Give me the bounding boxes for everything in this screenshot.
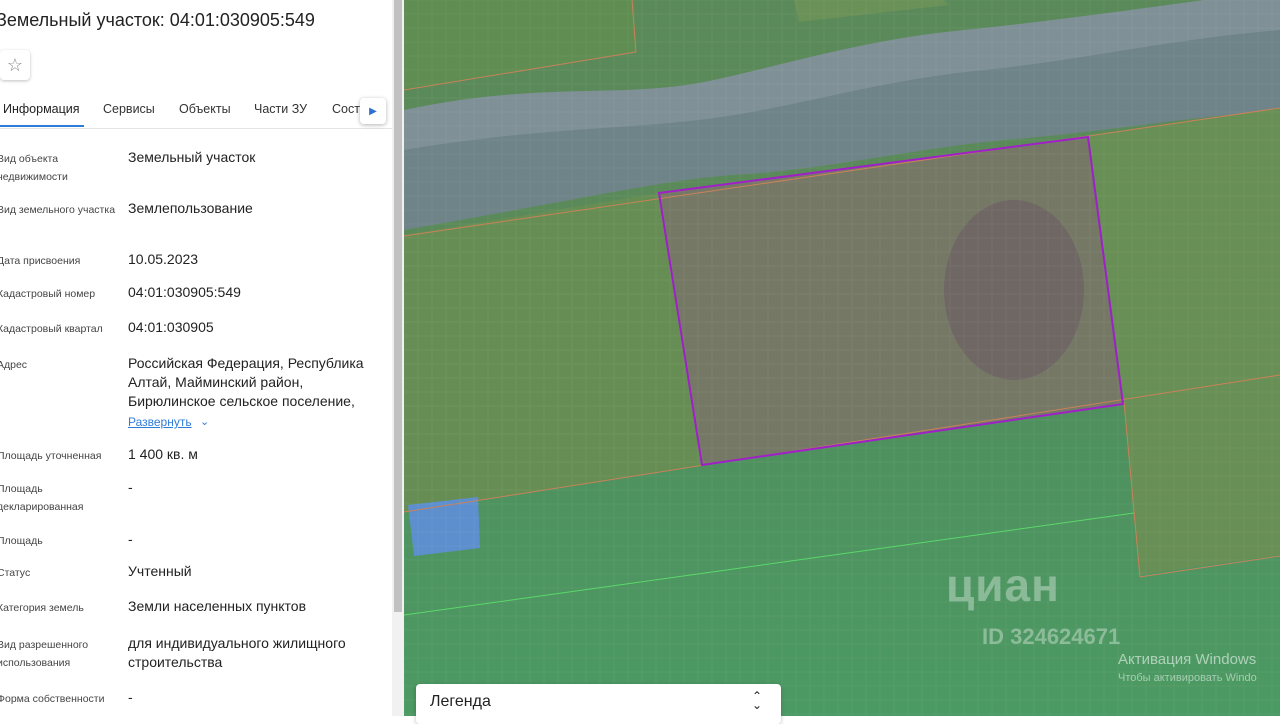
field-label: Вид объекта недвижимости	[0, 153, 68, 183]
windows-activation-title: Активация Windows	[1118, 651, 1257, 668]
star-icon: ☆	[6, 54, 24, 75]
page-title: Земельный участок: 04:01:030905:549	[0, 10, 315, 30]
favorite-button[interactable]: ☆	[0, 50, 30, 80]
field-value: Российская Федерация, Республика Алтай, …	[128, 355, 364, 409]
updown-chevron-icon[interactable]: ⌃ ⌄	[752, 690, 762, 711]
address-expand-link[interactable]: Развернуть	[128, 415, 192, 429]
panel-scrollbar[interactable]	[392, 0, 404, 716]
field-value: Землепользование	[128, 200, 253, 216]
field-label: Статус	[0, 567, 31, 579]
tabs-scroll-button[interactable]: ▶	[360, 98, 386, 124]
field-value: Земли населенных пунктов	[128, 598, 307, 614]
scrollbar-thumb[interactable]	[394, 0, 402, 612]
active-tab-indicator	[0, 125, 84, 127]
legend-dropdown[interactable]: Легенда ⌃ ⌄	[416, 684, 781, 724]
legend-label: Легенда	[430, 693, 491, 710]
field-value: 10.05.2023	[128, 251, 199, 267]
field-value: 04:01:030905	[128, 319, 214, 335]
field-value: -	[128, 479, 133, 495]
info-panel: Земельный участок: 04:01:030905:549 ☆ Ин…	[0, 0, 392, 716]
tab-services[interactable]: Сервисы	[103, 102, 155, 116]
field-label: Форма собственности	[0, 693, 105, 705]
field-label: Площадь уточненная	[0, 450, 102, 462]
chevron-down-icon[interactable]: ⌄	[200, 415, 209, 428]
tab-objects[interactable]: Объекты	[179, 102, 231, 116]
field-label: Площадь декларированная	[0, 483, 84, 513]
field-label: Адрес	[0, 359, 28, 371]
field-value: 1 400 кв. м	[128, 446, 198, 462]
field-label: Категория земель	[0, 602, 84, 614]
tab-info[interactable]: Информация	[3, 102, 80, 116]
map-canvas[interactable]	[404, 0, 1280, 716]
chevron-right-icon: ▶	[369, 105, 377, 117]
watermark-id: ID 324624671	[982, 624, 1121, 649]
satellite-map[interactable]	[404, 0, 1280, 716]
cian-watermark: циан	[946, 559, 1060, 611]
field-value: -	[128, 531, 133, 547]
field-label: Дата присвоения	[0, 255, 81, 267]
field-value: -	[128, 689, 133, 705]
tab-parts[interactable]: Части ЗУ	[254, 102, 307, 116]
field-value: Учтенный	[128, 563, 192, 579]
field-value: 04:01:030905:549	[128, 284, 241, 300]
field-value: для индивидуального жилищного строительс…	[128, 635, 346, 670]
field-label: Площадь	[0, 535, 43, 547]
field-label: Вид разрешенного использования	[0, 639, 89, 669]
field-value: Земельный участок	[128, 149, 256, 165]
windows-activation-subtitle: Чтобы активировать Windo	[1118, 672, 1257, 684]
field-label: Кадастровый квартал	[0, 323, 103, 335]
field-label: Вид земельного участка	[0, 204, 116, 216]
tab-bar: Информация Сервисы Объекты Части ЗУ Сост…	[0, 94, 392, 129]
field-label: Кадастровый номер	[0, 288, 96, 300]
